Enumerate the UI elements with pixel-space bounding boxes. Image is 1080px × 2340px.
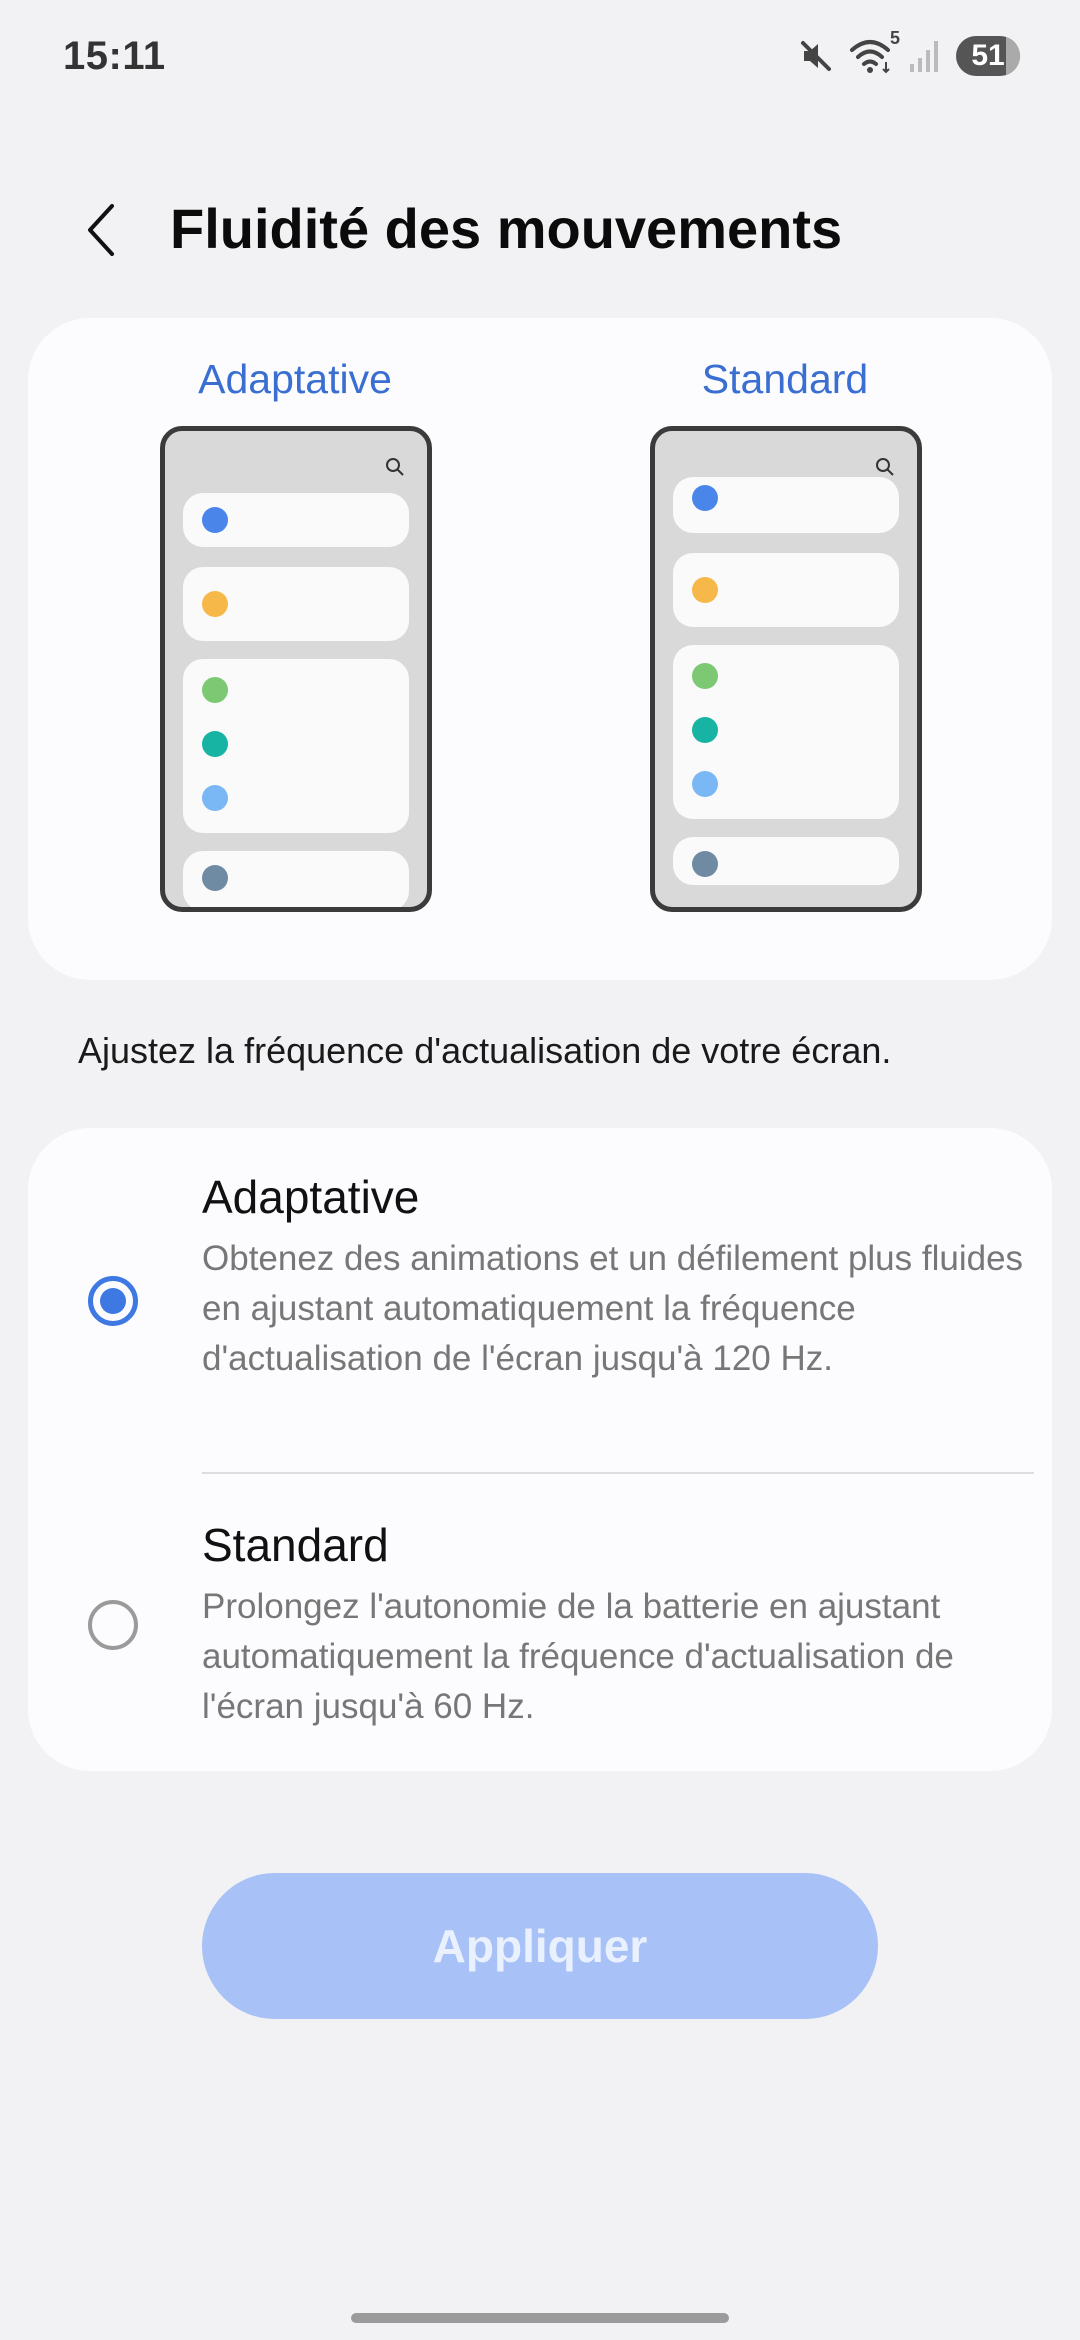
mini-card: [673, 553, 899, 627]
wifi-icon: 5: [848, 28, 900, 76]
option-adaptive[interactable]: Adaptative Obtenez des animations et un …: [28, 1128, 1052, 1474]
search-icon: [876, 458, 894, 476]
radio-adaptive[interactable]: [88, 1276, 138, 1326]
dot: [202, 507, 228, 533]
dot: [202, 785, 228, 811]
mute-icon: [798, 38, 834, 74]
mini-card: [183, 659, 409, 833]
dot: [202, 591, 228, 617]
page-title: Fluidité des mouvements: [170, 197, 843, 260]
refresh-rate-description: Ajustez la fréquence d'actualisation de …: [78, 1030, 892, 1071]
wifi-badge: 5: [889, 28, 900, 48]
divider: [202, 1472, 1034, 1474]
battery-level: 51: [971, 39, 1005, 72]
radio-standard[interactable]: [88, 1600, 138, 1650]
dot: [202, 865, 228, 891]
status-icons: 5 51: [798, 28, 1020, 82]
dot: [692, 717, 718, 743]
status-time: 15:11: [63, 34, 166, 78]
back-button[interactable]: [70, 198, 134, 262]
mini-card: [183, 851, 409, 907]
dot: [692, 485, 718, 511]
phone-illustration: [650, 426, 922, 912]
dot: [202, 731, 228, 757]
dot: [692, 663, 718, 689]
dot: [692, 851, 718, 877]
mini-card: [673, 837, 899, 885]
dot: [692, 577, 718, 603]
apply-button[interactable]: Appliquer: [202, 1873, 878, 2019]
search-icon: [386, 458, 404, 476]
preview-label-standard: Standard: [701, 356, 869, 402]
options-card: Adaptative Obtenez des animations et un …: [28, 1128, 1052, 1771]
option-description: Obtenez des animations et un défilement …: [202, 1239, 1024, 1378]
home-indicator[interactable]: [351, 2313, 729, 2323]
mini-card: [673, 477, 899, 533]
battery-icon: 51: [956, 36, 1020, 76]
mini-card: [673, 645, 899, 819]
chevron-left-icon: [88, 204, 114, 256]
signal-icon: [908, 38, 942, 74]
preview-card: Adaptative Standard: [28, 318, 1052, 980]
status-bar: 15:11 5 51: [0, 0, 1080, 116]
option-title: Adaptative: [202, 1171, 420, 1223]
mini-card: [183, 567, 409, 641]
header: Fluidité des mouvements: [0, 190, 1080, 270]
option-description: Prolongez l'autonomie de la batterie en …: [202, 1587, 954, 1726]
mini-card: [183, 493, 409, 547]
dot: [692, 771, 718, 797]
dot: [202, 677, 228, 703]
preview-label-adaptive: Adaptative: [198, 356, 392, 402]
option-standard[interactable]: Standard Prolongez l'autonomie de la bat…: [28, 1476, 1052, 1771]
phone-illustration: [160, 426, 432, 912]
option-title: Standard: [202, 1519, 389, 1571]
